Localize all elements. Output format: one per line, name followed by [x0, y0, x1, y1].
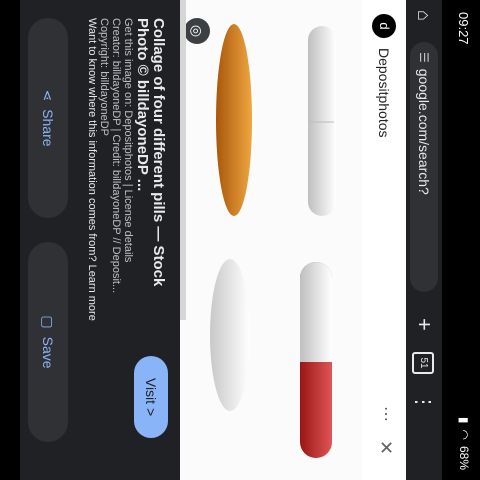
image-title[interactable]: Collage of four different pills — Stock … — [134, 18, 167, 318]
stage: 09:27 ▮ ◠ 68% ⌂ ☰ google.com/search? + 5… — [0, 0, 480, 480]
source-name: Depositphotos — [376, 48, 392, 138]
share-icon: ⋖ — [40, 89, 57, 102]
signal-icon: ▮ — [457, 416, 471, 424]
info-panel: Collage of four different pills — Stock … — [70, 0, 180, 480]
navigation-bar — [0, 0, 20, 480]
address-text[interactable]: google.com/search? — [416, 69, 432, 195]
action-bar: ⋖ Share ▢ Save — [20, 0, 70, 480]
details: Get this image on: Depositphotos | Licen… — [86, 18, 134, 418]
image-scroll-strip — [180, 0, 186, 320]
white-oblong-pill — [308, 26, 336, 216]
status-bar: 09:27 ▮ ◠ 68% — [442, 0, 480, 480]
visit-button[interactable]: Visit > — [134, 356, 168, 438]
detail-line: Copyright: billdayoneDP — [98, 18, 110, 137]
tabs-icon[interactable]: 51 — [412, 352, 434, 374]
battery-text: 68% — [457, 445, 471, 470]
more-icon[interactable]: ⋯ — [376, 406, 396, 422]
share-button[interactable]: ⋖ Share — [28, 18, 68, 218]
white-round-tablet — [210, 259, 250, 411]
phone-screen: 09:27 ▮ ◠ 68% ⌂ ☰ google.com/search? + 5… — [0, 0, 480, 480]
preview-image: ◎ — [180, 0, 362, 480]
save-label: Save — [40, 336, 56, 369]
wifi-icon: ◠ — [457, 429, 471, 440]
menu-icon[interactable]: ⋮ — [411, 392, 436, 412]
tune-icon[interactable]: ☰ — [417, 52, 431, 63]
address-field[interactable]: ☰ google.com/search? — [410, 42, 438, 292]
home-icon[interactable]: ⌂ — [413, 10, 434, 21]
clock: 09:27 — [456, 12, 471, 45]
learn-more-line[interactable]: Want to know where this information come… — [86, 18, 98, 418]
pills-image — [210, 24, 336, 458]
bookmark-icon: ▢ — [40, 315, 57, 329]
share-label: Share — [40, 109, 56, 147]
source-logo: d — [372, 14, 396, 38]
status-icons: ▮ ◠ 68% — [457, 417, 471, 470]
save-button[interactable]: ▢ Save — [28, 242, 68, 442]
url-bar: ⌂ ☰ google.com/search? + 51 ⋮ — [406, 0, 442, 480]
detail-line: Creator: billdayoneDP | Credit: billdayo… — [110, 18, 122, 294]
detail-line: Get this image on: Depositphotos | Licen… — [122, 18, 134, 263]
lens-icon[interactable]: ◎ — [184, 18, 210, 44]
source-header: d Depositphotos ⋯ ✕ — [362, 0, 406, 480]
orange-softgel — [216, 24, 252, 216]
new-tab-button[interactable]: + — [411, 318, 437, 331]
close-icon[interactable]: ✕ — [375, 440, 396, 455]
